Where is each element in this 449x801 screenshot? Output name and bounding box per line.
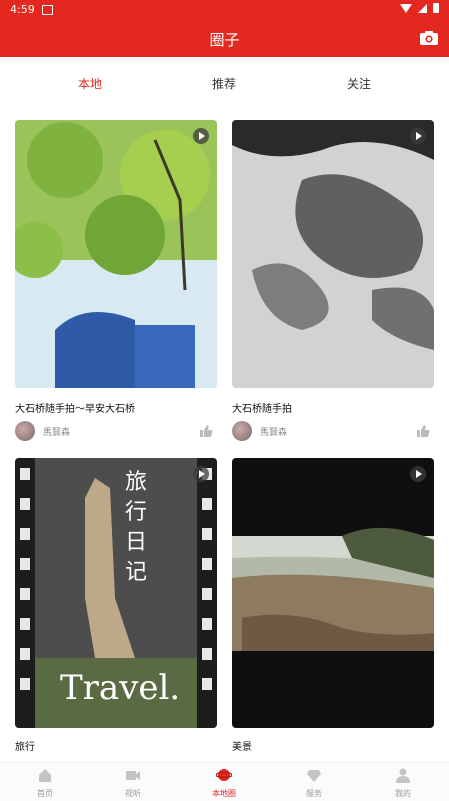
- tab-following[interactable]: 关注: [329, 75, 389, 92]
- card-title: 美景: [232, 742, 252, 753]
- video-icon: [126, 771, 140, 780]
- video-thumbnail[interactable]: [232, 120, 434, 388]
- notification-icon: [42, 5, 53, 15]
- play-icon: [410, 128, 426, 144]
- author-name: 馬賢森: [260, 427, 288, 438]
- feed-card-1[interactable]: 大石桥随手拍～早安大石桥 馬賢森: [15, 120, 217, 450]
- thumbnail-image: [15, 120, 217, 388]
- feed-card-3[interactable]: 旅 行 日 记 Travel. 旅行: [15, 458, 217, 758]
- nav-label: 本地圈: [212, 789, 236, 798]
- card-title: 旅行: [15, 742, 35, 753]
- page-title: 圈子: [209, 31, 240, 49]
- feed-card-2[interactable]: 大石桥随手拍 馬賢森: [232, 120, 434, 450]
- user-icon: [396, 768, 410, 783]
- tabs: 本地 推荐 关注: [0, 75, 449, 101]
- card-title: 大石桥随手拍～早安大石桥: [15, 404, 135, 415]
- author-name: 馬賢森: [43, 427, 71, 438]
- author-row[interactable]: 馬賢森: [232, 420, 287, 442]
- play-icon: [193, 128, 209, 144]
- author-row[interactable]: 馬賢森: [15, 420, 70, 442]
- thumbnail-overlay-text-2: Travel.: [60, 668, 181, 708]
- thumbs-up-icon[interactable]: [416, 424, 430, 438]
- nav-home[interactable]: 首页: [15, 767, 75, 799]
- status-icons: [400, 3, 439, 13]
- camera-icon[interactable]: [419, 30, 439, 46]
- nav-label: 服务: [306, 789, 322, 798]
- bottom-navigation: 首页 视听 本地圈 服务 我的: [0, 762, 449, 801]
- cellular-icon: [418, 3, 427, 13]
- tab-local[interactable]: 本地: [60, 75, 120, 92]
- tab-recommend[interactable]: 推荐: [194, 75, 254, 92]
- nav-profile[interactable]: 我的: [373, 767, 433, 799]
- thumbnail-overlay-text: 旅 行 日 记: [125, 470, 148, 585]
- video-thumbnail[interactable]: 旅 行 日 记 Travel.: [15, 458, 217, 728]
- wifi-icon: [400, 3, 412, 13]
- nav-service[interactable]: 服务: [284, 767, 344, 799]
- play-icon: [193, 466, 209, 482]
- thumbnail-image: [232, 120, 434, 388]
- card-title: 大石桥随手拍: [232, 404, 292, 415]
- app-header: 4:59 圈子: [0, 0, 449, 57]
- status-bar: 4:59: [0, 0, 449, 20]
- feed-card-4[interactable]: 美景: [232, 458, 434, 758]
- avatar[interactable]: [232, 421, 252, 441]
- diamond-icon: [307, 770, 321, 782]
- status-time: 4:59: [10, 3, 35, 16]
- home-icon: [39, 769, 51, 782]
- play-icon: [410, 466, 426, 482]
- planet-icon: [215, 769, 233, 781]
- nav-label: 我的: [395, 789, 411, 798]
- nav-video[interactable]: 视听: [103, 767, 163, 799]
- nav-label: 首页: [37, 789, 53, 798]
- nav-local-circle[interactable]: 本地圈: [194, 767, 254, 799]
- avatar[interactable]: [15, 421, 35, 441]
- battery-icon: [433, 3, 439, 13]
- video-thumbnail[interactable]: [15, 120, 217, 388]
- nav-label: 视听: [125, 789, 141, 798]
- thumbnail-image: [232, 458, 434, 728]
- video-thumbnail[interactable]: [232, 458, 434, 728]
- thumbs-up-icon[interactable]: [199, 424, 213, 438]
